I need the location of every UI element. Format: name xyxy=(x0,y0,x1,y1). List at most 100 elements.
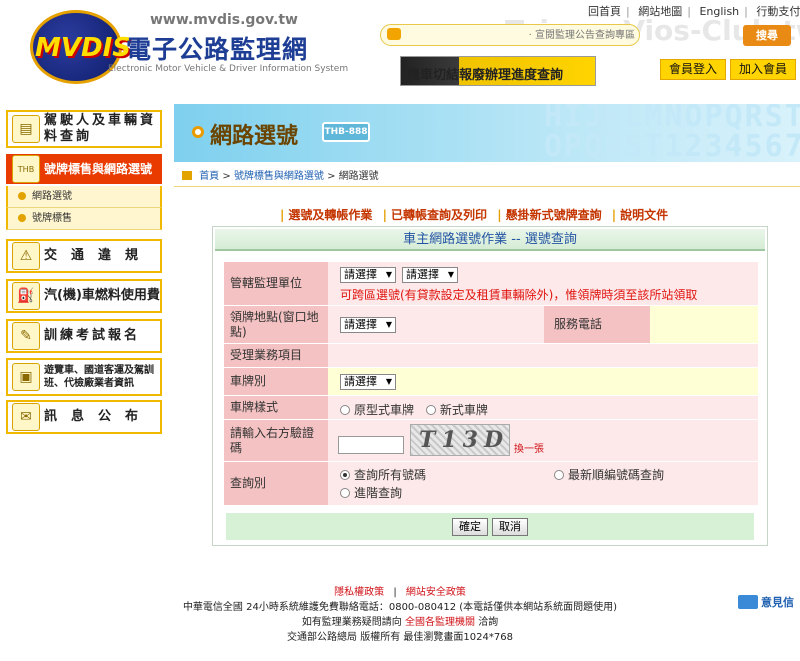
search-button[interactable]: 搜尋 xyxy=(743,25,791,46)
query-advanced-option: 進階查詢 xyxy=(340,484,402,501)
subitem-label: 號牌標售 xyxy=(32,213,72,224)
pickup-location-select[interactable]: 請選擇 xyxy=(340,317,396,333)
captcha-input[interactable] xyxy=(338,436,404,454)
exam-icon: ✎ xyxy=(12,322,40,350)
sidebar-item-label: 訊息公布 xyxy=(44,409,153,424)
page-title-banner: HIJKLMNOPQRSTUVWXYZOPQRST123456789 網路選號 … xyxy=(174,104,800,162)
banner-background-letters: HIJKLMNOPQRSTUVWXYZOPQRST123456789 xyxy=(544,104,800,162)
tab-documentation[interactable]: 說明文件 xyxy=(620,208,668,222)
home-link[interactable]: 回首頁 xyxy=(588,5,621,18)
query-latest-radio[interactable] xyxy=(554,470,564,480)
bus-icon: ▣ xyxy=(12,363,40,391)
sidebar-item-announcements[interactable]: ✉ 訊息公布 xyxy=(6,400,162,434)
query-advanced-radio[interactable] xyxy=(340,488,350,498)
agencies-link[interactable]: 全國各監理機關 xyxy=(405,617,475,628)
cancel-button[interactable]: 取消 xyxy=(492,518,528,536)
office-station-select[interactable]: 請選擇 xyxy=(402,267,458,283)
sidebar-item-label: 訓練考試報名 xyxy=(44,328,141,343)
scooter-scrap-banner[interactable]: 機車切結報廢辦理進度查詢 xyxy=(400,56,596,86)
bullet-icon xyxy=(18,192,26,200)
sidebar-subitem-online-selection[interactable]: 網路選號 xyxy=(6,186,162,208)
search-box xyxy=(380,24,640,46)
security-policy-link[interactable]: 網站安全政策 xyxy=(406,587,466,598)
announcement-icon: ✉ xyxy=(12,403,40,431)
sidebar-item-label: 號牌標售與網路選號 xyxy=(44,162,153,176)
business-items-value xyxy=(328,344,758,367)
query-all-option: 查詢所有號碼 xyxy=(340,466,426,483)
id-card-icon: ▤ xyxy=(12,115,40,143)
tab-transferred-query[interactable]: 已轉帳查詢及列印 xyxy=(391,208,487,222)
footer-inquiry: 如有監理業務疑問請向 全國各監理機關 洽詢 xyxy=(301,617,499,628)
license-plate-icon: THB xyxy=(12,155,40,183)
breadcrumb: 首頁 > 號牌標售與網路選號 > 網路選號 xyxy=(174,167,800,187)
function-tabs: | 選號及轉帳作業 | 已轉帳查詢及列印 | 懸掛新式號牌查詢 | 說明文件 xyxy=(280,208,669,222)
feedback-link[interactable]: 意見信 xyxy=(738,594,794,610)
site-url: www.mvdis.gov.tw xyxy=(150,12,298,28)
logo-text: MVDIS xyxy=(35,33,131,63)
sidebar-item-driver-vehicle-query[interactable]: ▤ 駕駛人及車輛資料查詢 xyxy=(6,110,162,148)
footer-copyright: 交通部公路總局 版權所有 最佳瀏覽畫面1024*768 xyxy=(287,632,513,643)
sidebar-subitem-plate-auction[interactable]: 號牌標售 xyxy=(6,208,162,230)
sidebar-item-label: 遊覽車、國道客運及駕訓班、代檢廠業者資訊 xyxy=(44,365,154,389)
login-button[interactable]: 會員登入 xyxy=(660,59,726,80)
business-items-label: 受理業務項目 xyxy=(224,344,328,367)
sidebar-item-label: 汽(機)車燃料使用費 xyxy=(44,288,160,303)
english-link[interactable]: English xyxy=(699,5,739,18)
chat-bubble-icon xyxy=(387,28,401,40)
pickup-location-label: 領牌地點(窗口地點) xyxy=(224,306,328,343)
sidebar-item-exam-registration[interactable]: ✎ 訓練考試報名 xyxy=(6,319,162,353)
captcha-value: T13D 換一張 xyxy=(328,420,758,461)
sidebar-item-fuel-fee[interactable]: ⛽ 汽(機)車燃料使用費 xyxy=(6,279,162,313)
plate-style-value: 原型式車牌 新式車牌 xyxy=(328,396,758,419)
service-phone-label: 服務電話 xyxy=(544,306,650,343)
old-style-radio[interactable] xyxy=(340,405,350,415)
new-style-radio[interactable] xyxy=(425,405,436,415)
sidebar-item-label: 駕駛人及車輛資料查詢 xyxy=(44,113,157,144)
captcha-label: 請輸入右方驗證碼 xyxy=(224,420,328,461)
plate-type-label: 車牌別 xyxy=(224,368,328,395)
form-title: 車主網路選號作業 -- 選號查詢 xyxy=(215,229,765,251)
tab-select-and-transfer[interactable]: 選號及轉帳作業 xyxy=(288,208,372,222)
site-name-english: Electronic Motor Vehicle & Driver Inform… xyxy=(108,64,349,74)
plate-type-select[interactable]: 請選擇 xyxy=(340,374,396,390)
mobile-pay-link[interactable]: 行動支付 xyxy=(756,5,800,18)
confirm-button[interactable]: 確定 xyxy=(452,518,488,536)
breadcrumb-plate-selection[interactable]: 號牌標售與網路選號 xyxy=(234,171,324,182)
captcha-refresh-link[interactable]: 換一張 xyxy=(514,440,544,455)
query-type-value: 查詢所有號碼 進階查詢 最新順編號碼查詢 xyxy=(328,462,758,505)
sidebar-item-bus-info[interactable]: ▣ 遊覽車、國道客運及駕訓班、代檢廠業者資訊 xyxy=(6,358,162,396)
pickup-location-value: 請選擇 xyxy=(328,306,544,343)
home-icon xyxy=(182,171,192,180)
query-latest-option: 最新順編號碼查詢 xyxy=(554,466,664,483)
feedback-label: 意見信 xyxy=(761,596,794,609)
old-style-label: 原型式車牌 xyxy=(354,403,415,417)
bullet-icon xyxy=(18,214,26,222)
row-plate-type: 車牌別 請選擇 xyxy=(224,368,758,396)
footer-hotline: 中華電信全國 24小時系統維護免費聯絡電話：0800-080412 (本電話僅供… xyxy=(182,602,618,613)
register-button[interactable]: 加入會員 xyxy=(730,59,796,80)
footer: 隱私權政策 | 網站安全政策 中華電信全國 24小時系統維護免費聯絡電話：080… xyxy=(0,585,800,645)
sitemap-link[interactable]: 網站地圖 xyxy=(638,5,682,18)
query-all-radio[interactable] xyxy=(340,470,350,480)
tab-new-plate-query[interactable]: 懸掛新式號牌查詢 xyxy=(506,208,602,222)
service-phone-value xyxy=(650,306,758,343)
row-captcha: 請輸入右方驗證碼 T13D 換一張 xyxy=(224,420,758,462)
office-region-select[interactable]: 請選擇 xyxy=(340,267,396,283)
sidebar-item-label: 交通違規 xyxy=(44,248,153,263)
subitem-label: 網路選號 xyxy=(32,191,72,202)
search-input[interactable] xyxy=(407,27,635,43)
query-latest-label: 最新順編號碼查詢 xyxy=(568,468,665,482)
site-name: 電子公路監理網 xyxy=(126,35,309,64)
plate-badge: THB-888 xyxy=(322,122,370,142)
envelope-icon xyxy=(738,595,758,609)
row-business: 受理業務項目 xyxy=(224,344,758,368)
cross-region-note: 可跨區選號(有貸款設定及租賃車輛除外)，惟領牌時須至該所站領取 xyxy=(340,288,698,302)
privacy-policy-link[interactable]: 隱私權政策 xyxy=(334,587,384,598)
new-style-label: 新式車牌 xyxy=(439,403,488,417)
office-value: 請選擇 請選擇 可跨區選號(有貸款設定及租賃車輛除外)，惟領牌時須至該所站領取 xyxy=(328,262,758,305)
sidebar-item-traffic-violation[interactable]: ⚠ 交通違規 xyxy=(6,239,162,273)
sidebar-item-plate-selection[interactable]: THB 號牌標售與網路選號 xyxy=(6,154,162,184)
title-bullet-icon xyxy=(192,126,204,138)
breadcrumb-home[interactable]: 首頁 xyxy=(199,171,219,182)
row-query-type: 查詢別 查詢所有號碼 進階查詢 最新順編號碼查詢 xyxy=(224,462,758,506)
